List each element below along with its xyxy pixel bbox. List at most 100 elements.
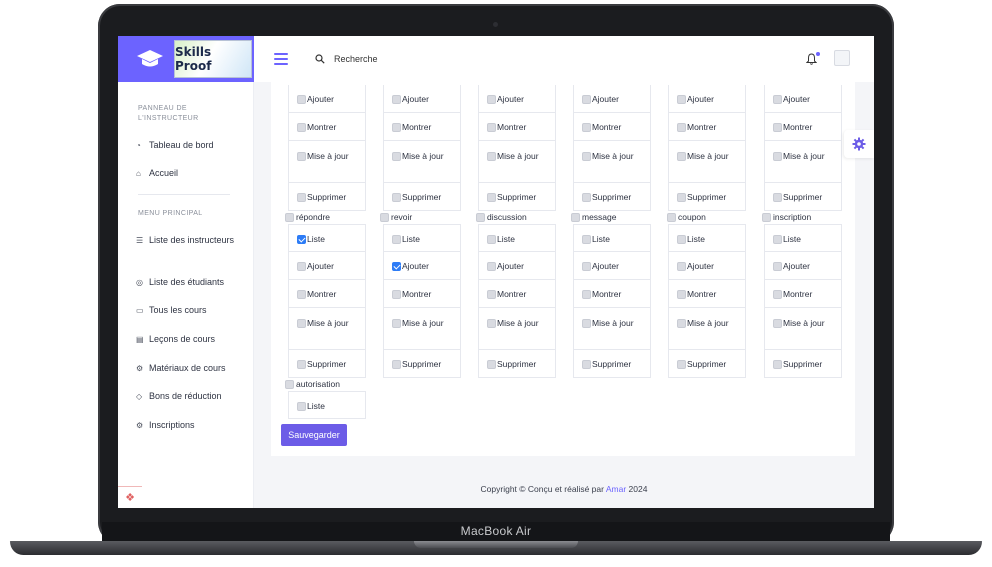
permission-group-1[interactable]: revoir [380,212,412,222]
permission-label: Mise à jour [592,318,634,328]
permission-checkbox[interactable] [582,290,591,299]
permission-checkbox[interactable] [582,360,591,369]
permission-group-2[interactable]: discussion [476,212,527,222]
permission-checkbox[interactable] [487,235,496,244]
group-checkbox[interactable] [762,212,771,222]
permission-checkbox[interactable] [582,193,591,202]
sidebar-item-label: Liste des instructeurs [149,235,235,245]
search-input[interactable] [334,52,484,66]
sidebar-item-main-3[interactable]: ▤ Leçons de cours [136,333,248,345]
group-checkbox[interactable] [285,379,294,389]
permission-group-3[interactable]: message [571,212,617,222]
permission-checkbox[interactable] [582,262,591,271]
sidebar-item-main-0[interactable]: ☰ Liste des instructeurs [136,234,248,246]
permission-checkbox[interactable] [773,95,782,104]
sidebar-item-instructor-0[interactable]: ◔ Tableau de bord [136,139,248,151]
permission-checkbox[interactable] [677,123,686,132]
permission-checkbox[interactable] [297,193,306,202]
save-button[interactable]: Sauvegarder [281,424,347,446]
permission-checkbox[interactable] [297,152,306,161]
permission-checkbox[interactable] [487,319,496,328]
permission-checkbox[interactable] [487,290,496,299]
group-checkbox[interactable] [476,212,485,222]
permission-checkbox[interactable] [297,235,306,244]
permission-label: Mise à jour [402,318,444,328]
permission-checkbox[interactable] [677,360,686,369]
permission-checkbox[interactable] [773,360,782,369]
avatar[interactable] [834,50,850,66]
permission-checkbox[interactable] [392,193,401,202]
permission-checkbox[interactable] [677,193,686,202]
permission-checkbox[interactable] [773,123,782,132]
sidebar-item-main-2[interactable]: ▭ Tous les cours [136,304,248,316]
group-checkbox[interactable] [380,212,389,222]
sidebar-item-label: Bons de réduction [149,391,222,401]
permission-cell: Ajouter [478,85,556,113]
footer-author-link[interactable]: Amar [606,484,626,494]
permission-checkbox[interactable] [297,290,306,299]
permission-checkbox[interactable] [677,95,686,104]
permission-group-autorisation[interactable]: autorisation [285,379,340,389]
menu-toggle-icon[interactable] [274,53,288,65]
permission-checkbox[interactable] [392,95,401,104]
permission-label: Mise à jour [592,151,634,161]
permission-group-4[interactable]: coupon [667,212,706,222]
permission-checkbox[interactable] [297,360,306,369]
permission-checkbox[interactable] [392,262,401,271]
permission-checkbox[interactable] [773,193,782,202]
permission-checkbox[interactable] [677,262,686,271]
permission-checkbox[interactable] [677,152,686,161]
permission-checkbox[interactable] [297,95,306,104]
permission-cell: Supprimer [573,350,651,378]
permission-checkbox[interactable] [773,235,782,244]
permission-checkbox[interactable] [392,290,401,299]
permission-checkbox[interactable] [677,319,686,328]
permission-checkbox[interactable] [582,319,591,328]
permission-checkbox[interactable] [582,235,591,244]
group-checkbox[interactable] [667,212,676,222]
settings-tab[interactable] [844,130,874,158]
permission-checkbox[interactable] [392,235,401,244]
permission-group-0[interactable]: répondre [285,212,330,222]
permission-checkbox[interactable] [487,193,496,202]
permission-checkbox[interactable] [297,319,306,328]
permission-checkbox[interactable] [487,360,496,369]
permission-checkbox[interactable] [297,262,306,271]
sidebar-item-main-1[interactable]: ◎ Liste des étudiants [136,276,248,288]
sidebar-item-instructor-1[interactable]: ⌂ Accueil [136,167,248,179]
permission-checkbox[interactable] [392,360,401,369]
group-checkbox[interactable] [285,212,294,222]
permission-checkbox[interactable] [297,123,306,132]
permission-checkbox[interactable] [773,319,782,328]
permission-checkbox[interactable] [487,123,496,132]
sidebar-item-main-6[interactable]: ⚙ Inscriptions [136,419,248,431]
laravel-icon[interactable]: ❖ [118,486,142,508]
permission-cell: Supprimer [764,350,842,378]
permission-checkbox[interactable] [582,95,591,104]
logo-area[interactable]: Skills Proof [118,36,254,82]
permission-checkbox[interactable] [487,262,496,271]
sidebar-item-main-4[interactable]: ⚙ Matériaux de cours [136,362,248,374]
search-icon[interactable] [315,54,325,64]
permission-cell: Liste [764,224,842,252]
permission-checkbox[interactable] [392,152,401,161]
permission-cell: Liste [668,224,746,252]
permission-checkbox[interactable] [773,290,782,299]
permission-checkbox[interactable] [392,319,401,328]
permission-checkbox[interactable] [677,235,686,244]
permission-cell: Montrer [383,280,461,308]
sidebar-item-main-5[interactable]: ◇ Bons de réduction [136,390,248,402]
permission-checkbox[interactable] [582,123,591,132]
permission-checkbox[interactable] [487,152,496,161]
group-checkbox[interactable] [571,212,580,222]
permission-checkbox[interactable] [582,152,591,161]
permission-checkbox[interactable] [392,123,401,132]
permission-checkbox[interactable] [677,290,686,299]
permission-checkbox[interactable] [773,152,782,161]
permission-cell: Liste [288,391,366,419]
permission-checkbox[interactable] [487,95,496,104]
permission-cell: Montrer [288,113,366,141]
permission-checkbox[interactable] [773,262,782,271]
permission-checkbox[interactable] [297,402,306,411]
permission-group-5[interactable]: inscription [762,212,811,222]
